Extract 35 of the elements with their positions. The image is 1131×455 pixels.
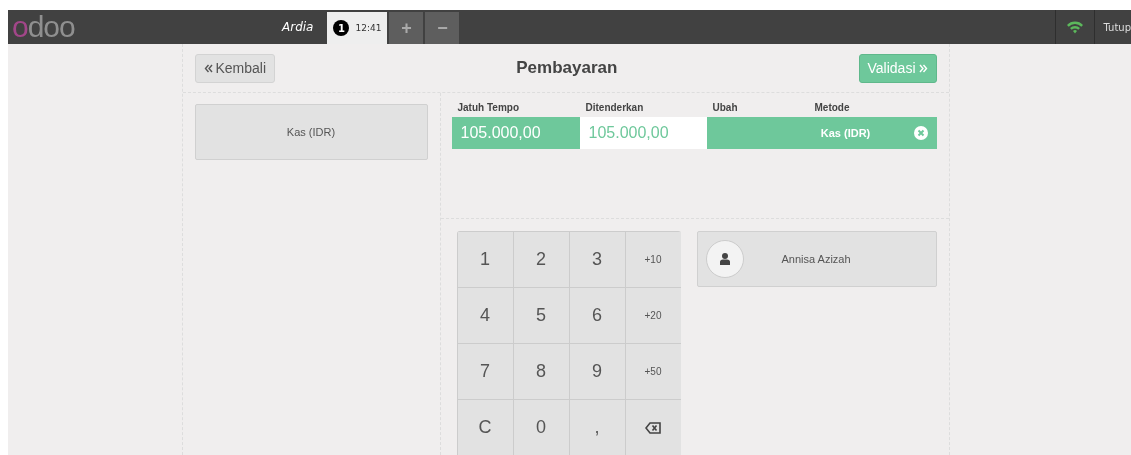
wifi-icon: [1066, 20, 1085, 34]
numpad-key[interactable]: +50: [625, 344, 681, 399]
customer-button[interactable]: Annisa Azizah: [696, 231, 937, 287]
payment-method-button[interactable]: Kas (IDR): [194, 104, 428, 160]
numpad-key[interactable]: 4: [457, 288, 513, 343]
numpad-key[interactable]: ,: [569, 400, 625, 455]
backspace-icon: [645, 421, 661, 434]
close-button[interactable]: Tutup: [1095, 10, 1131, 44]
screen-title: Pembayaran: [516, 58, 618, 78]
back-button[interactable]: Kembali: [194, 53, 276, 83]
numpad-key[interactable]: +20: [625, 288, 681, 343]
cashier-name: Ardia: [282, 20, 314, 34]
numpad-key[interactable]: C: [457, 400, 513, 455]
numpad-key[interactable]: 3: [569, 232, 625, 287]
numpad-key[interactable]: 1: [457, 232, 513, 287]
numpad-key[interactable]: 0: [513, 400, 569, 455]
numpad-key[interactable]: 2: [513, 232, 569, 287]
backspace-key[interactable]: [625, 400, 681, 455]
numpad-key[interactable]: 8: [513, 344, 569, 399]
column-header: Ditenderkan: [584, 101, 645, 113]
odoo-logo: odoo: [11, 10, 76, 44]
numpad-key[interactable]: 9: [569, 344, 625, 399]
numpad-key[interactable]: 6: [569, 288, 625, 343]
method-name: Kas (IDR): [819, 126, 872, 141]
numpad-key[interactable]: 7: [457, 344, 513, 399]
person-icon: [719, 253, 730, 265]
column-header: Jatuh Tempo: [456, 101, 520, 113]
double-right-chevron-icon: [918, 63, 928, 73]
double-left-chevron-icon: [203, 63, 213, 73]
numpad-key[interactable]: 5: [513, 288, 569, 343]
numpad-key[interactable]: +10: [625, 232, 681, 287]
column-header: Metode: [814, 101, 850, 113]
due-amount: 105.000,00: [459, 123, 542, 143]
column-header: Ubah: [711, 101, 739, 113]
order-tab[interactable]: 1 12:41: [327, 12, 388, 44]
